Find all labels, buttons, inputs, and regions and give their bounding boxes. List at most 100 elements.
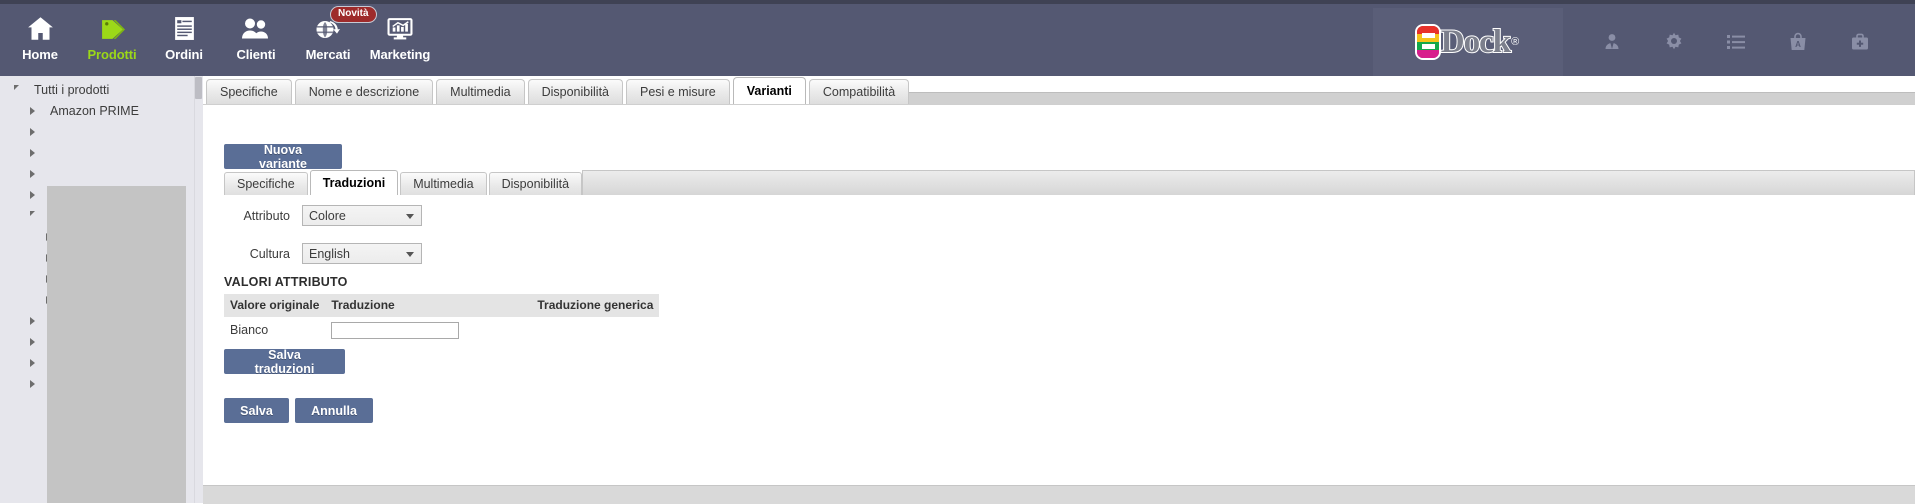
product-tab[interactable]: Nome e descrizione <box>294 79 434 104</box>
variant-tab[interactable]: Traduzioni <box>309 170 399 195</box>
variant-tabstrip-filler <box>582 170 1915 195</box>
users-icon <box>241 11 271 45</box>
gear-settings-icon[interactable] <box>1643 19 1705 65</box>
triangle-icon <box>29 337 35 346</box>
nav-label-mercati: Mercati <box>305 47 351 62</box>
sidebar-scrollbar[interactable] <box>194 76 203 503</box>
triangle-icon <box>29 379 35 388</box>
svg-text:A: A <box>1795 40 1801 49</box>
product-tab[interactable]: Multimedia <box>436 79 525 104</box>
nav-item-ordini[interactable]: Ordini <box>148 4 220 62</box>
nav-label-home: Home <box>22 47 58 62</box>
brand-name: Dock <box>1440 23 1512 60</box>
cancel-button[interactable]: Annulla <box>295 398 373 423</box>
triangle-icon <box>29 358 35 367</box>
field-cultura: Cultura English <box>224 243 422 264</box>
nav-label-clienti: Clienti <box>236 47 276 62</box>
variant-tab[interactable]: Disponibilità <box>488 172 583 195</box>
nav-label-ordini: Ordini <box>165 47 203 62</box>
tabstrip-filler <box>909 92 1915 104</box>
nav-item-prodotti[interactable]: Prodotti <box>76 4 148 62</box>
brand-logo[interactable]: Dock ® <box>1373 8 1563 76</box>
tree-item[interactable] <box>0 121 203 142</box>
nav-item-home[interactable]: Home <box>4 4 76 62</box>
tree-collapse-arrow-icon[interactable] <box>24 103 40 119</box>
tree-collapse-arrow-icon[interactable] <box>24 166 40 182</box>
tree-item[interactable]: Amazon PRIME <box>0 100 203 121</box>
tree-item[interactable] <box>0 142 203 163</box>
shopping-bag-a-icon[interactable]: A <box>1767 19 1829 65</box>
attributo-value: Colore <box>309 208 346 223</box>
chevron-down-icon <box>406 214 414 219</box>
product-tab-label: Disponibilità <box>541 85 609 99</box>
product-tab[interactable]: Pesi e misure <box>626 79 730 104</box>
product-tab[interactable]: Varianti <box>732 77 806 104</box>
toolbar-icons: A <box>1563 8 1915 76</box>
variant-tab[interactable]: Multimedia <box>400 172 487 195</box>
nav-item-marketing[interactable]: Marketing <box>364 4 436 62</box>
product-tabs: Specifiche Nome e descrizione Multimedia Di… <box>203 76 1915 104</box>
product-tab-label: Pesi e misure <box>640 85 716 99</box>
form-actions: Salva Annulla <box>224 398 379 423</box>
triangle-icon <box>29 210 35 221</box>
product-tab-label: Nome e descrizione <box>308 85 420 99</box>
variant-tabs: Specifiche Traduzioni Multimedia Disponibil… <box>224 169 1915 195</box>
nav-label-marketing: Marketing <box>369 47 431 62</box>
tree-collapse-arrow-icon[interactable] <box>24 334 40 350</box>
traduzioni-form: Attributo Colore Cultura English VALORI … <box>203 195 1915 504</box>
tree-item[interactable] <box>0 163 203 184</box>
nav-item-mercati[interactable]: Novità Mercati <box>292 4 377 62</box>
toolkit-plus-icon[interactable] <box>1829 19 1891 65</box>
product-tab[interactable]: Specifiche <box>206 79 292 104</box>
product-category-sidebar[interactable]: Tutti i prodotti Amazon PRIME <box>0 76 203 503</box>
product-tab[interactable]: Compatibilità <box>808 79 910 104</box>
product-tab[interactable]: Disponibilità <box>527 79 623 104</box>
new-variant-button[interactable]: Nuova variante <box>224 143 342 171</box>
user-account-icon[interactable] <box>1581 19 1643 65</box>
tree-collapse-arrow-icon[interactable] <box>24 313 40 329</box>
tree-collapse-arrow-icon[interactable] <box>24 124 40 140</box>
cultura-select[interactable]: English <box>302 243 422 264</box>
table-body: Bianco <box>224 317 659 343</box>
save-button[interactable]: Salva <box>224 398 289 423</box>
redacted-overlay <box>47 186 186 503</box>
sidebar-scrollbar-thumb[interactable] <box>195 77 202 99</box>
tree-item-label: Tutti i prodotti <box>34 82 110 97</box>
monitor-chart-icon <box>386 11 414 45</box>
table-head: Valore originale Traduzione Traduzione g… <box>224 294 660 317</box>
triangle-icon <box>29 127 35 136</box>
tree-collapse-arrow-icon[interactable] <box>24 187 40 203</box>
variant-tab[interactable]: Specifiche <box>224 172 308 195</box>
save-translations-button[interactable]: Salva traduzioni <box>224 348 345 376</box>
chevron-down-icon <box>406 252 414 257</box>
tree-collapse-arrow-icon[interactable] <box>24 355 40 371</box>
variant-tab-label: Traduzioni <box>322 176 386 190</box>
product-tab-label: Multimedia <box>450 85 511 99</box>
main-nav: Home Prodotti Ordini Clienti Novità Merc… <box>0 4 436 76</box>
tree-item-label: Amazon PRIME <box>50 103 139 118</box>
tree-collapse-arrow-icon[interactable] <box>24 376 40 392</box>
section-title-valori-attributo: VALORI ATTRIBUTO <box>224 275 348 289</box>
attributo-select[interactable]: Colore <box>302 205 422 226</box>
col-traduzione: Traduzione <box>325 294 532 317</box>
home-icon <box>27 11 54 45</box>
field-attributo: Attributo Colore <box>224 205 422 226</box>
label-attributo: Attributo <box>243 208 290 223</box>
cultura-value: English <box>309 246 350 261</box>
product-tab-label: Varianti <box>746 84 792 98</box>
cell-traduzione-generica <box>531 317 659 343</box>
list-icon[interactable] <box>1705 19 1767 65</box>
tree-collapse-arrow-icon[interactable] <box>24 145 40 161</box>
tree-item[interactable]: Tutti i prodotti <box>0 79 203 100</box>
triangle-icon <box>29 106 35 115</box>
tree-expand-arrow-icon[interactable] <box>8 82 24 98</box>
nav-item-clienti[interactable]: Clienti <box>220 4 292 62</box>
document-icon <box>172 11 197 45</box>
traduzione-input[interactable] <box>331 321 460 339</box>
cell-valore-originale: Bianco <box>230 323 269 337</box>
table-header-row: Valore originale Traduzione Traduzione g… <box>224 294 660 317</box>
tree-expand-arrow-icon[interactable] <box>24 208 40 224</box>
nav-label-prodotti: Prodotti <box>87 47 137 62</box>
triangle-icon <box>29 316 35 325</box>
triangle-icon <box>29 169 35 178</box>
